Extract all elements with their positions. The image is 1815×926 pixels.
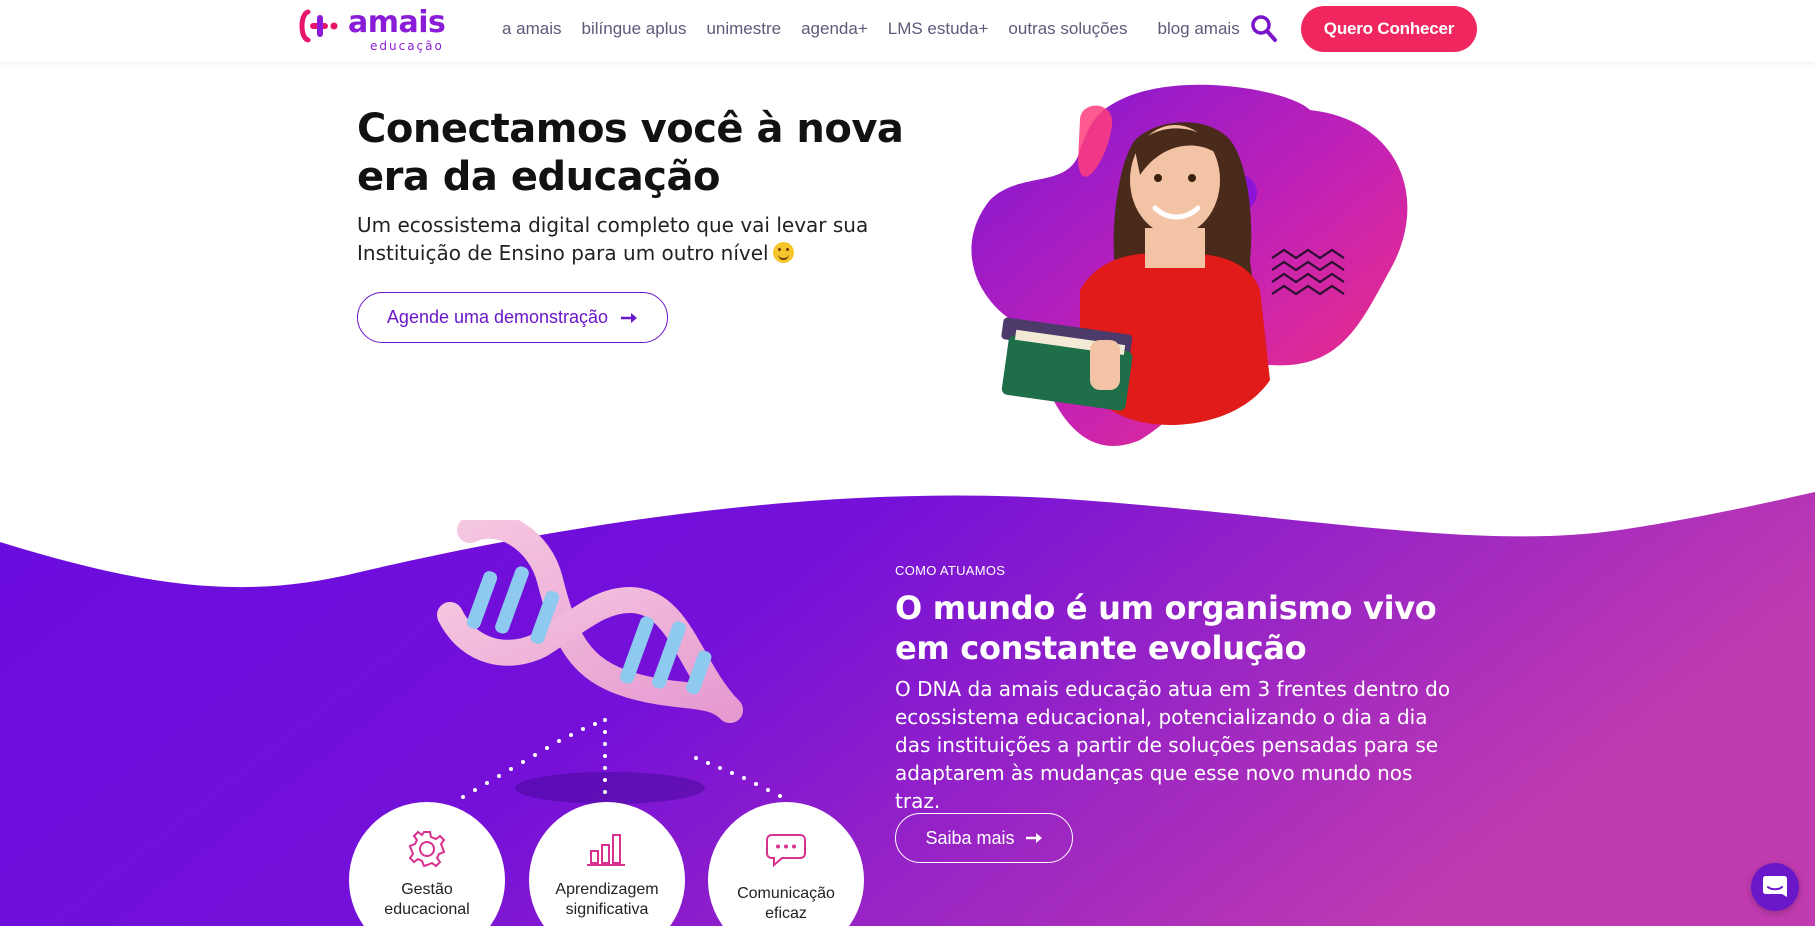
pillar-label-line1: Aprendizagem <box>555 881 659 898</box>
gear-icon <box>408 830 446 868</box>
arrow-right-icon <box>1025 833 1042 843</box>
chat-support-button[interactable] <box>1751 863 1799 911</box>
logo-subtitle: educação <box>370 39 444 53</box>
pillar-label-line2: educacional <box>384 901 470 918</box>
nav-item-agenda[interactable]: agenda+ <box>801 19 868 39</box>
pillar-label: Gestão educacional <box>349 880 505 920</box>
pillar-label-line2: significativa <box>565 901 649 918</box>
hero-subtitle: Um ecossistema digital completo que vai … <box>357 211 877 267</box>
nav-item-outras-solucoes[interactable]: outras soluções <box>1008 19 1127 39</box>
chat-support-icon <box>1763 876 1787 897</box>
nav-item-lms-estuda[interactable]: LMS estuda+ <box>888 19 989 39</box>
arrow-right-icon <box>621 312 638 323</box>
pillar-label: Aprendizagem significativa <box>529 880 685 920</box>
pillar-label-line1: Comunicação <box>737 885 835 902</box>
quero-conhecer-button[interactable]: Quero Conhecer <box>1301 6 1477 52</box>
nav-item-a-amais[interactable]: a amais <box>502 19 562 39</box>
nav-item-unimestre[interactable]: unimestre <box>706 19 781 39</box>
pillar-label-line1: Gestão <box>401 881 453 898</box>
logo-wordmark: amais <box>348 5 446 40</box>
bar-chart-icon <box>587 834 625 866</box>
main-nav: a amais bilíngue aplus unimestre agenda+… <box>502 0 1260 58</box>
section-body: O DNA da amais educação atua em 3 frente… <box>895 677 1451 813</box>
logo-mark-icon <box>299 9 338 43</box>
schedule-demo-button[interactable]: Agende uma demonstração <box>357 292 668 343</box>
section-title: O mundo é um organismo vivo em constante… <box>895 589 1437 667</box>
search-icon <box>1251 15 1277 42</box>
nav-item-blog-amais[interactable]: blog amais <box>1157 19 1239 39</box>
amais-logo[interactable]: amais educação <box>298 5 448 53</box>
hero-title: Conectamos você à nova era da educação <box>357 106 904 200</box>
saiba-mais-label: Saiba mais <box>925 827 1015 848</box>
search-button[interactable] <box>1250 13 1278 43</box>
smiley-emoji-icon <box>772 242 794 263</box>
pillar-label-line2: eficaz <box>765 905 807 922</box>
pillar-label: Comunicação eficaz <box>708 884 864 924</box>
page: amais educação a amais bilíngue aplus un… <box>0 0 1815 926</box>
section-eyebrow: COMO ATUAMOS <box>895 563 1006 578</box>
site-header: amais educação a amais bilíngue aplus un… <box>0 0 1815 62</box>
schedule-demo-label: Agende uma demonstração <box>386 307 609 327</box>
saiba-mais-button[interactable]: Saiba mais <box>895 813 1073 863</box>
hero-student-illustration <box>971 84 1408 446</box>
chat-bubble-icon <box>766 834 806 868</box>
nav-item-bilingue-aplus[interactable]: bilíngue aplus <box>582 19 687 39</box>
